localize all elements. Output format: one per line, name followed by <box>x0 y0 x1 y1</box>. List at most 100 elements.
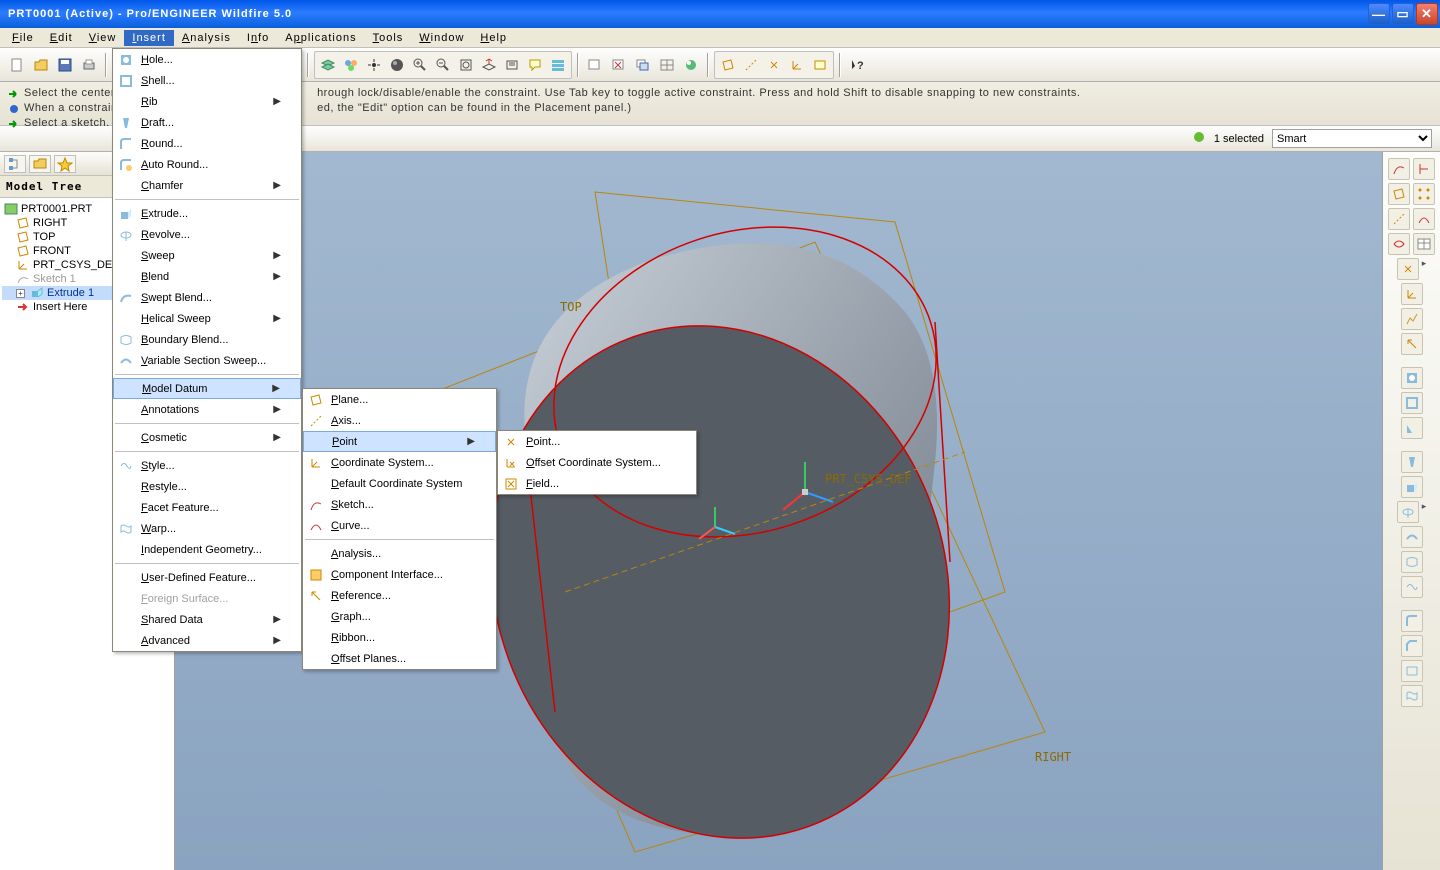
window-new-icon[interactable] <box>584 54 606 76</box>
menu-help[interactable]: Help <box>472 30 515 46</box>
layers-icon[interactable] <box>317 54 339 76</box>
point-item-offset-coordinate-system[interactable]: Offset Coordinate System... <box>498 452 696 473</box>
extrude-tool-icon[interactable] <box>1401 476 1423 498</box>
point-display-icon[interactable] <box>763 54 785 76</box>
datum-item-default-coordinate-system[interactable]: Default Coordinate System <box>303 473 496 494</box>
menu-file[interactable]: File <box>4 30 42 46</box>
help-icon[interactable]: ? <box>846 54 868 76</box>
new-icon[interactable] <box>6 54 28 76</box>
insert-item-independent-geometry[interactable]: Independent Geometry... <box>113 539 301 560</box>
datum-item-plane[interactable]: Plane... <box>303 389 496 410</box>
annotation-display-icon[interactable] <box>809 54 831 76</box>
datum-curve-tool-icon[interactable] <box>1388 233 1410 255</box>
zoom-out-icon[interactable] <box>432 54 454 76</box>
datum-item-reference[interactable]: Reference... <box>303 585 496 606</box>
menu-analysis[interactable]: Analysis <box>174 30 239 46</box>
insert-item-facet-feature[interactable]: Facet Feature... <box>113 497 301 518</box>
insert-item-cosmetic[interactable]: Cosmetic▶ <box>113 427 301 448</box>
datum-item-component-interface[interactable]: Component Interface... <box>303 564 496 585</box>
insert-item-user-defined-feature[interactable]: User-Defined Feature... <box>113 567 301 588</box>
chamfer-tool-icon[interactable] <box>1401 635 1423 657</box>
analysis-tool-icon[interactable] <box>1401 308 1423 330</box>
datum-item-coordinate-system[interactable]: Coordinate System... <box>303 452 496 473</box>
reference-tool-icon[interactable] <box>1401 333 1423 355</box>
window-close-icon[interactable] <box>608 54 630 76</box>
insert-item-auto-round[interactable]: Auto Round... <box>113 154 301 175</box>
insert-item-annotations[interactable]: Annotations▶ <box>113 399 301 420</box>
warp-tool-icon[interactable] <box>1401 685 1423 707</box>
datum-item-ribbon[interactable]: Ribbon... <box>303 627 496 648</box>
blend-tool-icon[interactable] <box>1401 660 1423 682</box>
menu-window[interactable]: Window <box>411 30 472 46</box>
insert-item-blend[interactable]: Blend▶ <box>113 266 301 287</box>
menu-view[interactable]: View <box>81 30 125 46</box>
insert-item-variable-section-sweep[interactable]: Variable Section Sweep... <box>113 350 301 371</box>
menu-edit[interactable]: Edit <box>42 30 81 46</box>
datum-item-sketch[interactable]: Sketch... <box>303 494 496 515</box>
zoom-fit-icon[interactable] <box>455 54 477 76</box>
annotations-toggle-icon[interactable] <box>524 54 546 76</box>
table-tool-icon[interactable] <box>1413 233 1435 255</box>
close-button[interactable]: ✕ <box>1416 3 1438 25</box>
insert-item-style[interactable]: Style... <box>113 455 301 476</box>
open-icon[interactable] <box>30 54 52 76</box>
menu-insert[interactable]: Insert <box>124 30 174 46</box>
hole-tool-icon[interactable] <box>1401 367 1423 389</box>
appearance-icon[interactable] <box>680 54 702 76</box>
csys-display-icon[interactable] <box>786 54 808 76</box>
zoom-in-icon[interactable] <box>409 54 431 76</box>
rib-tool-icon[interactable] <box>1401 417 1423 439</box>
insert-item-warp[interactable]: Warp... <box>113 518 301 539</box>
revolve-tool-icon[interactable] <box>1397 501 1419 523</box>
datum-item-offset-planes[interactable]: Offset Planes... <box>303 648 496 669</box>
insert-item-advanced[interactable]: Advanced▶ <box>113 630 301 651</box>
insert-item-swept-blend[interactable]: Swept Blend... <box>113 287 301 308</box>
curve-tool-icon[interactable] <box>1413 208 1435 230</box>
model-tree-tab[interactable] <box>4 155 26 173</box>
datum-item-axis[interactable]: Axis... <box>303 410 496 431</box>
spin-center-icon[interactable] <box>363 54 385 76</box>
datum-item-analysis[interactable]: Analysis... <box>303 543 496 564</box>
datum-point-tool-icon[interactable] <box>1397 258 1419 280</box>
window-activate-icon[interactable] <box>632 54 654 76</box>
datum-item-graph[interactable]: Graph... <box>303 606 496 627</box>
datum-item-curve[interactable]: Curve... <box>303 515 496 536</box>
menu-applications[interactable]: Applications <box>277 30 364 46</box>
plane-display-icon[interactable] <box>717 54 739 76</box>
round-tool-icon[interactable] <box>1401 610 1423 632</box>
boundary-tool-icon[interactable] <box>1401 551 1423 573</box>
view-manager-icon[interactable] <box>340 54 362 76</box>
insert-item-shell[interactable]: Shell... <box>113 70 301 91</box>
shell-tool-icon[interactable] <box>1401 392 1423 414</box>
insert-item-helical-sweep[interactable]: Helical Sweep▶ <box>113 308 301 329</box>
draft-tool-icon[interactable] <box>1401 451 1423 473</box>
maximize-button[interactable]: ▭ <box>1392 3 1414 25</box>
layer-tree-icon[interactable] <box>547 54 569 76</box>
insert-item-revolve[interactable]: Revolve... <box>113 224 301 245</box>
saved-views-icon[interactable] <box>501 54 523 76</box>
insert-item-round[interactable]: Round... <box>113 133 301 154</box>
point-item-field[interactable]: Field... <box>498 473 696 494</box>
insert-item-restyle[interactable]: Restyle... <box>113 476 301 497</box>
selection-filter-dropdown[interactable]: Smart <box>1272 129 1432 148</box>
expand-icon[interactable]: + <box>16 289 25 298</box>
shading-icon[interactable] <box>386 54 408 76</box>
axis-display-icon[interactable] <box>740 54 762 76</box>
datum-plane-tool-icon[interactable] <box>1388 183 1410 205</box>
minimize-button[interactable]: — <box>1368 3 1390 25</box>
insert-item-sweep[interactable]: Sweep▶ <box>113 245 301 266</box>
point-item-point[interactable]: Point... <box>498 431 696 452</box>
insert-item-draft[interactable]: Draft... <box>113 112 301 133</box>
insert-item-shared-data[interactable]: Shared Data▶ <box>113 609 301 630</box>
favorites-tab[interactable] <box>54 155 76 173</box>
datum-item-point[interactable]: Point▶ <box>303 431 496 452</box>
style-tool-icon[interactable] <box>1401 576 1423 598</box>
save-icon[interactable] <box>54 54 76 76</box>
insert-item-rib[interactable]: Rib▶ <box>113 91 301 112</box>
reorient-icon[interactable] <box>478 54 500 76</box>
menu-tools[interactable]: Tools <box>365 30 412 46</box>
csys-tool-icon[interactable] <box>1401 283 1423 305</box>
folder-browser-tab[interactable] <box>29 155 51 173</box>
datum-axis-tool-icon[interactable] <box>1388 208 1410 230</box>
vss-tool-icon[interactable] <box>1401 526 1423 548</box>
